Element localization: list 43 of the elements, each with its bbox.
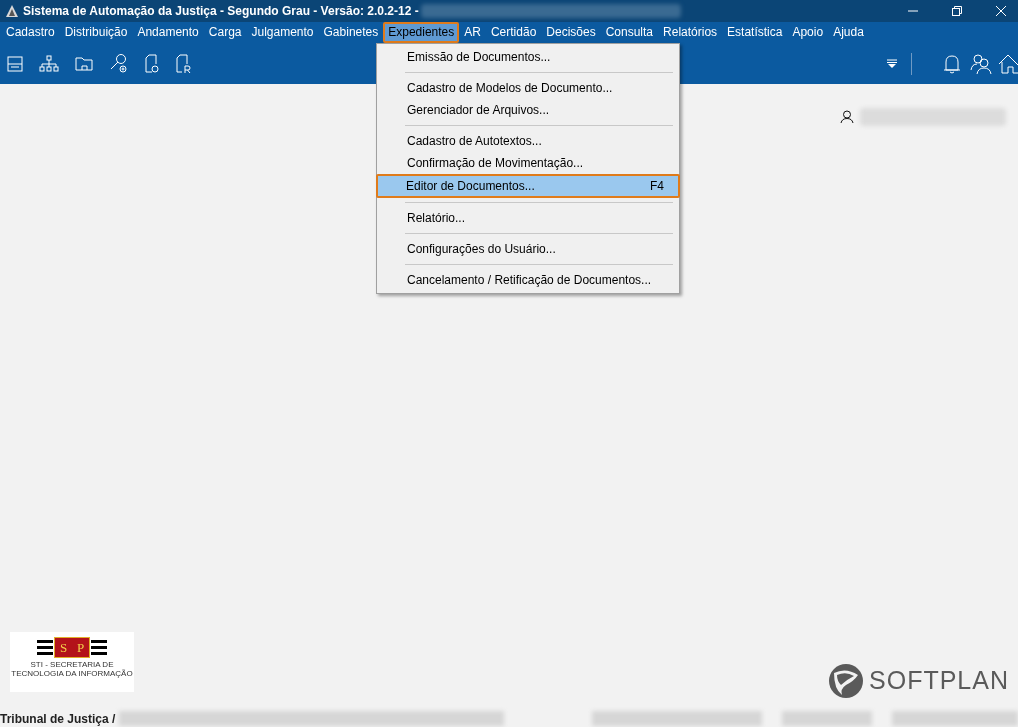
- logo-drawing: S P STI - SECRETARIA DE TECNOLOGIA DA INFORMAÇÃO: [10, 632, 134, 692]
- sitemap-icon[interactable]: [39, 54, 59, 73]
- document-r-icon[interactable]: [175, 53, 191, 74]
- menu-option[interactable]: Cadastro de Modelos de Documento...: [377, 77, 679, 99]
- menu-item[interactable]: Gabinetes: [318, 24, 384, 41]
- menu-option[interactable]: Editor de Documentos... F4: [376, 174, 680, 198]
- menu-item[interactable]: Julgamento: [246, 24, 319, 41]
- menu-option[interactable]: Configurações do Usuário...: [377, 238, 679, 260]
- user-icon: [840, 110, 854, 124]
- status-text: Tribunal de Justiça /: [0, 710, 116, 727]
- document-o-icon[interactable]: [144, 53, 160, 74]
- menu-item[interactable]: Ajuda: [828, 24, 869, 41]
- folder-icon[interactable]: [74, 54, 94, 73]
- bell-icon[interactable]: [942, 52, 962, 75]
- drawer-icon[interactable]: [6, 54, 24, 73]
- menu-item[interactable]: Consulta: [600, 24, 659, 41]
- menu-option[interactable]: Emissão de Documentos...: [377, 46, 679, 68]
- menu-item[interactable]: Certidão: [485, 24, 542, 41]
- menu-option[interactable]: Cancelamento / Retificação de Documentos...: [377, 269, 679, 291]
- menu-item[interactable]: AR: [459, 24, 486, 41]
- menu-item[interactable]: Estatística: [722, 24, 788, 41]
- dropdown-icon[interactable]: [887, 58, 897, 69]
- menu-option[interactable]: Relatório...: [377, 207, 679, 229]
- menu-item[interactable]: Distribuição: [59, 24, 133, 41]
- window-title: Sistema de Automação da Justiça - Segundo Grau - Versão: 2.0.2-12 -: [23, 3, 419, 20]
- brand-logo-icon: [828, 662, 864, 699]
- brand-name: SOFTPLAN: [869, 665, 1009, 696]
- menu-item[interactable]: Decisões: [541, 24, 601, 41]
- close-icon[interactable]: [995, 5, 1007, 17]
- menu-item[interactable]: Expedientes: [383, 22, 460, 43]
- menu-item[interactable]: Carga: [203, 24, 247, 41]
- restore-icon[interactable]: [951, 5, 963, 17]
- home-icon[interactable]: [998, 52, 1018, 75]
- menu-item[interactable]: Cadastro: [1, 24, 60, 41]
- menu-option[interactable]: Cadastro de Autotextos...: [377, 130, 679, 152]
- menu-item[interactable]: Andamento: [132, 24, 204, 41]
- menu-item[interactable]: Relatórios: [658, 24, 723, 41]
- menu-option[interactable]: Gerenciador de Arquivos...: [377, 99, 679, 121]
- menu-item[interactable]: Apoio: [787, 24, 829, 41]
- app-icon: [5, 4, 19, 18]
- search-settings-icon[interactable]: [109, 52, 129, 75]
- menu-option[interactable]: Confirmação de Movimentação...: [377, 152, 679, 174]
- users-icon[interactable]: [970, 52, 992, 75]
